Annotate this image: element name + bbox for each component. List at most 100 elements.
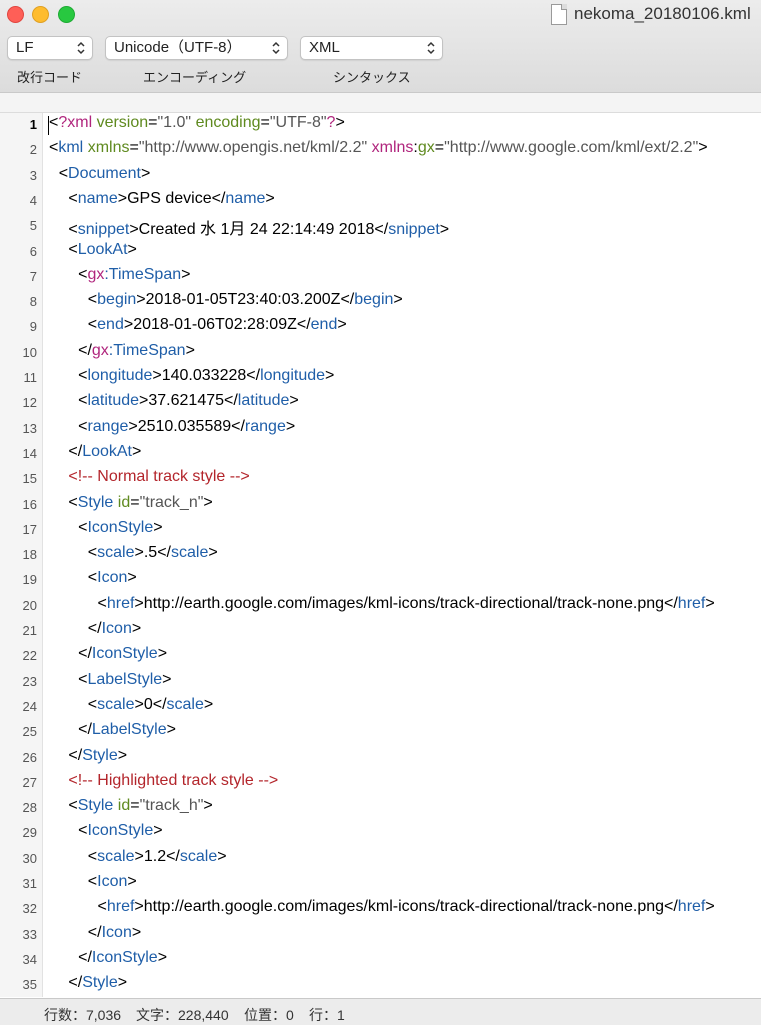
line-number: 31	[22, 876, 37, 891]
line-number: 16	[22, 496, 37, 512]
code-line[interactable]: 32 <href>http://earth.google.com/images/k…	[0, 897, 761, 922]
line-number: 26	[22, 749, 37, 765]
line-ending-value: LF	[16, 39, 34, 56]
line-number: 7	[29, 268, 37, 284]
code-text: </gx:TimeSpan>	[78, 341, 195, 359]
title-bar: nekoma_20180106.kml LF Unicode（UTF-8） XM…	[0, 0, 761, 93]
code-line[interactable]: 10 </gx:TimeSpan>	[0, 341, 761, 366]
line-number: 30	[22, 850, 37, 866]
zoom-window-button[interactable]	[58, 6, 75, 23]
code-line[interactable]: 21 </Icon>	[0, 619, 761, 644]
code-line[interactable]: 30 <scale>1.2</scale>	[0, 847, 761, 872]
line-number: 8	[29, 294, 37, 310]
line-number: 33	[22, 926, 37, 942]
line-number: 32	[22, 901, 37, 917]
navigation-bar	[0, 93, 761, 113]
code-line[interactable]: 16 <Style id="track_n">	[0, 493, 761, 518]
updown-chevron-icon	[272, 41, 280, 55]
line-number: 9	[29, 319, 37, 335]
code-text: <Icon>	[87, 873, 137, 890]
line-number: 2	[29, 142, 37, 158]
line-number: 28	[22, 800, 37, 816]
code-line[interactable]: 33 </Icon>	[0, 923, 761, 948]
code-line[interactable]: 28 <Style id="track_h">	[0, 796, 761, 821]
code-text: <end>2018-01-06T02:28:09Z</end>	[87, 316, 347, 334]
code-text: <latitude>37.621475</latitude>	[78, 392, 299, 410]
code-line[interactable]: 4 <name>GPS device</name>	[0, 189, 761, 214]
line-number: 4	[29, 192, 37, 208]
line-number: 27	[22, 774, 37, 790]
code-line[interactable]: 12 <latitude>37.621475</latitude>	[0, 391, 761, 416]
code-line[interactable]: 25 </LabelStyle>	[0, 720, 761, 745]
code-line[interactable]: 23 <LabelStyle>	[0, 670, 761, 695]
line-number: 1	[29, 117, 37, 132]
close-window-button[interactable]	[7, 6, 24, 23]
line-ending-popup[interactable]: LF	[7, 36, 93, 60]
updown-chevron-icon	[427, 41, 435, 55]
code-text: <?xml version="1.0" encoding="UTF-8"?>	[49, 114, 345, 131]
line-number: 21	[22, 623, 37, 638]
code-text: <scale>0</scale>	[87, 695, 214, 713]
code-editor[interactable]: 1 <?xml version="1.0" encoding="UTF-8"?> 2…	[0, 113, 761, 997]
code-text: <!-- Normal track style -->	[68, 468, 250, 486]
code-text: <Icon>	[87, 569, 137, 587]
code-line[interactable]: 11 <longitude>140.033228</longitude>	[0, 366, 761, 391]
code-line[interactable]: 27 <!-- Highlighted track style -->	[0, 771, 761, 796]
code-line[interactable]: 1 <?xml version="1.0" encoding="UTF-8"?>	[0, 113, 761, 138]
code-text: <range>2510.035589</range>	[78, 417, 296, 435]
status-line-count: 行数：7,036	[44, 1007, 122, 1023]
code-line[interactable]: 29 <IconStyle>	[0, 821, 761, 846]
syntax-popup[interactable]: XML	[300, 36, 443, 60]
line-number: 24	[22, 698, 37, 714]
status-row: 行：1	[309, 1007, 345, 1023]
line-number: 29	[22, 825, 37, 841]
code-text: <name>GPS device</name>	[68, 189, 275, 207]
code-line[interactable]: 24 <scale>0</scale>	[0, 695, 761, 720]
code-text: </Style>	[68, 974, 128, 992]
code-text: <snippet>Created 水 1月 24 22:14:49 2018</…	[68, 221, 450, 239]
code-text: <href>http://earth.google.com/images/kml…	[97, 898, 715, 916]
code-text: <gx:TimeSpan>	[78, 265, 191, 283]
code-text: <Style id="track_h">	[68, 797, 213, 815]
syntax-caption: シンタックス	[333, 70, 411, 85]
code-line[interactable]: 15 <!-- Normal track style -->	[0, 467, 761, 492]
code-text: <IconStyle>	[78, 518, 163, 536]
encoding-caption: エンコーディング	[143, 70, 247, 85]
code-line[interactable]: 9 <end>2018-01-06T02:28:09Z</end>	[0, 315, 761, 340]
code-line[interactable]: 22 </IconStyle>	[0, 644, 761, 669]
code-text: <IconStyle>	[78, 822, 163, 840]
line-number: 6	[29, 243, 37, 259]
code-text: </LabelStyle>	[78, 721, 176, 739]
code-line[interactable]: 5 <snippet>Created 水 1月 24 22:14:49 2018<…	[0, 214, 761, 239]
code-line[interactable]: 8 <begin>2018-01-05T23:40:03.200Z</begin>	[0, 290, 761, 315]
encoding-popup[interactable]: Unicode（UTF-8）	[105, 36, 288, 60]
code-line[interactable]: 14 </LookAt>	[0, 442, 761, 467]
code-line[interactable]: 35 </Style>	[0, 973, 761, 997]
window-title: nekoma_20180106.kml	[574, 4, 751, 23]
code-text: <!-- Highlighted track style -->	[68, 771, 279, 789]
line-number: 20	[22, 597, 37, 613]
code-line[interactable]: 19 <Icon>	[0, 568, 761, 593]
code-line[interactable]: 2 <kml xmlns="http://www.opengis.net/kml/…	[0, 138, 761, 163]
code-text: <Document>	[58, 164, 151, 182]
line-number: 3	[29, 167, 37, 183]
code-line[interactable]: 7 <gx:TimeSpan>	[0, 265, 761, 290]
code-text: <scale>.5</scale>	[87, 544, 218, 562]
code-line[interactable]: 13 <range>2510.035589</range>	[0, 417, 761, 442]
minimize-window-button[interactable]	[32, 6, 49, 23]
code-line[interactable]: 34 </IconStyle>	[0, 948, 761, 973]
syntax-value: XML	[309, 39, 340, 56]
code-line[interactable]: 31 <Icon>	[0, 872, 761, 897]
code-line[interactable]: 6 <LookAt>	[0, 240, 761, 265]
line-number: 13	[22, 420, 37, 436]
code-text: <LookAt>	[68, 240, 137, 258]
code-line[interactable]: 18 <scale>.5</scale>	[0, 543, 761, 568]
code-text: <scale>1.2</scale>	[87, 847, 227, 865]
code-line[interactable]: 20 <href>http://earth.google.com/images/k…	[0, 594, 761, 619]
line-number: 15	[22, 471, 37, 487]
code-line[interactable]: 3 <Document>	[0, 164, 761, 189]
code-text: </Icon>	[87, 620, 142, 637]
code-line[interactable]: 17 <IconStyle>	[0, 518, 761, 543]
line-ending-caption: 改行コード	[17, 70, 83, 85]
code-line[interactable]: 26 </Style>	[0, 746, 761, 771]
